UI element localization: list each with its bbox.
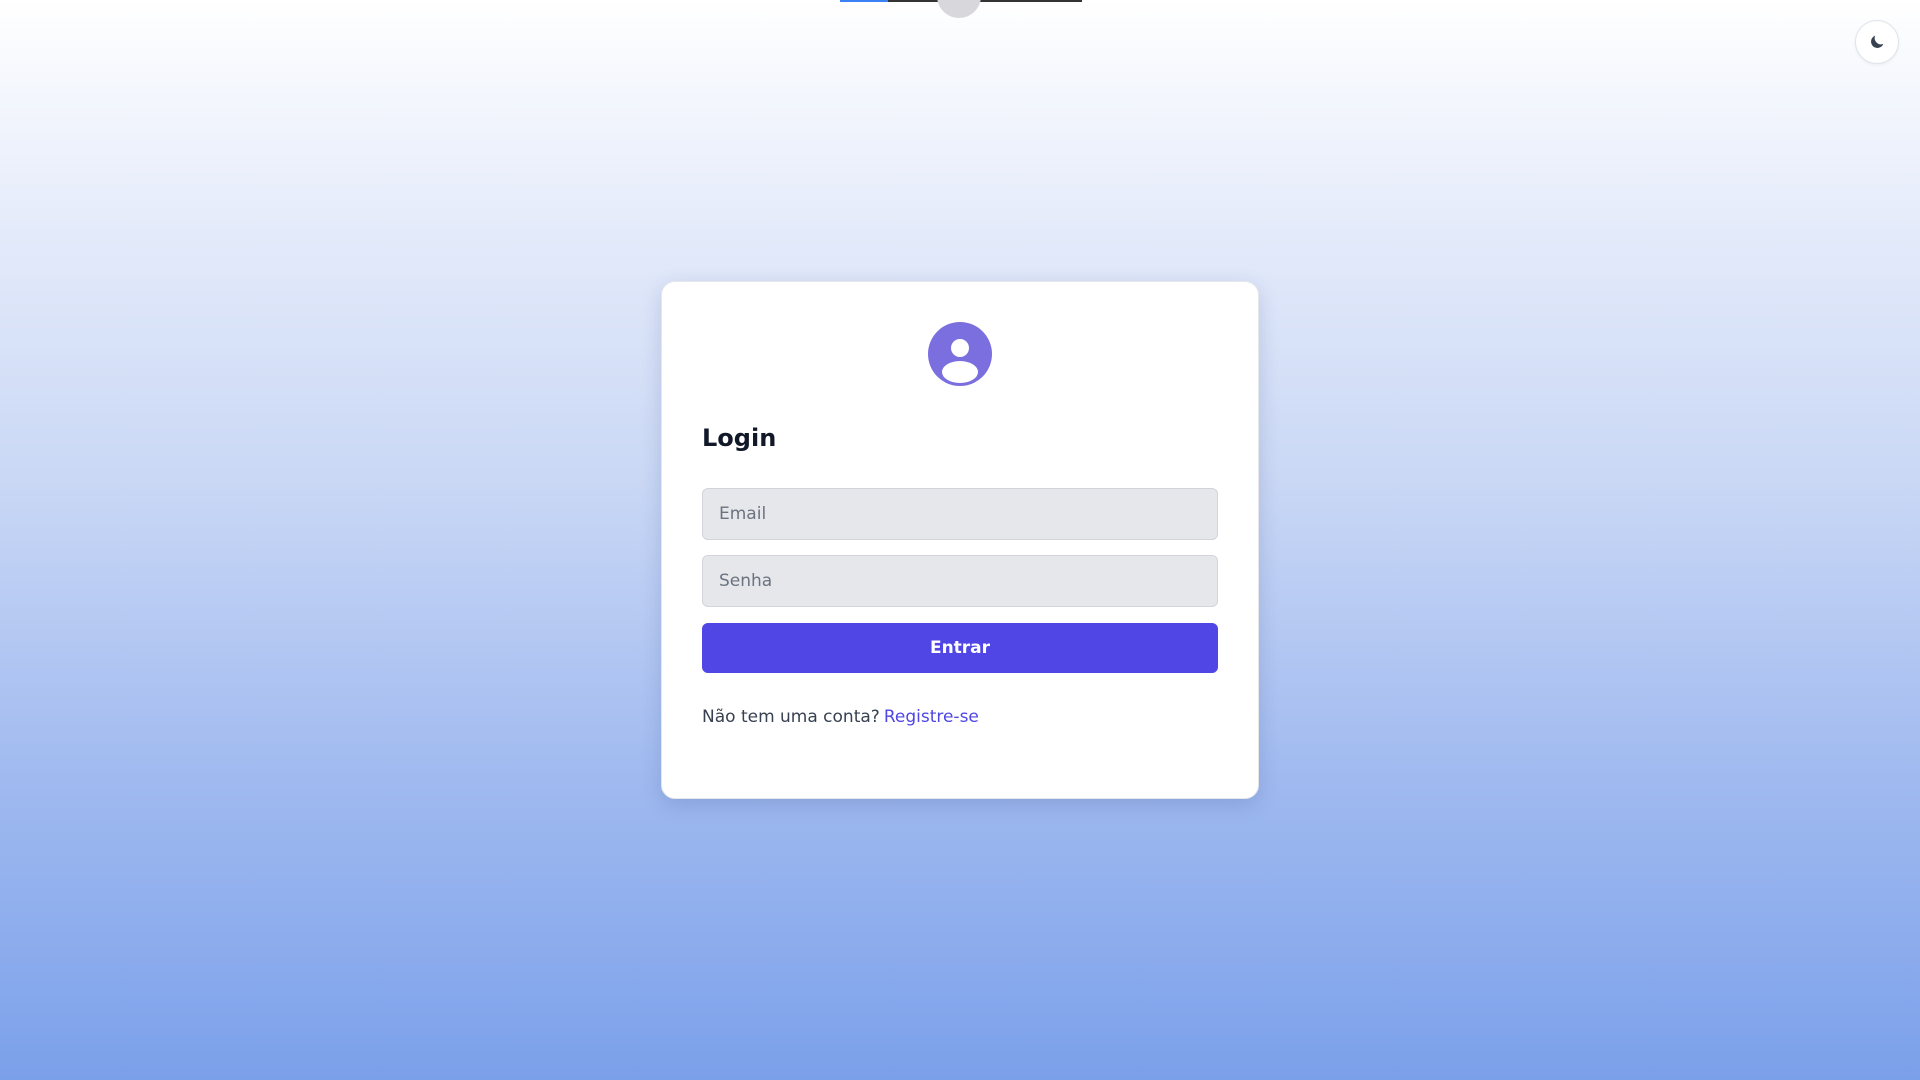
login-title: Login <box>702 424 777 452</box>
user-circle-icon <box>928 322 992 386</box>
top-decoration-circle <box>937 0 981 18</box>
top-decoration-accent <box>840 0 888 2</box>
login-card: Login Entrar Não tem uma conta?Registre-… <box>661 281 1259 799</box>
login-submit-button[interactable]: Entrar <box>702 623 1218 673</box>
moon-icon <box>1868 33 1886 51</box>
theme-toggle-button[interactable] <box>1855 20 1899 64</box>
register-prompt-row: Não tem uma conta? Registre-se <box>702 707 1218 727</box>
register-link[interactable]: Registre-se <box>884 707 979 727</box>
password-input[interactable] <box>702 555 1218 607</box>
email-input[interactable] <box>702 488 1218 540</box>
register-prompt-text: Não tem uma conta? <box>702 707 880 727</box>
